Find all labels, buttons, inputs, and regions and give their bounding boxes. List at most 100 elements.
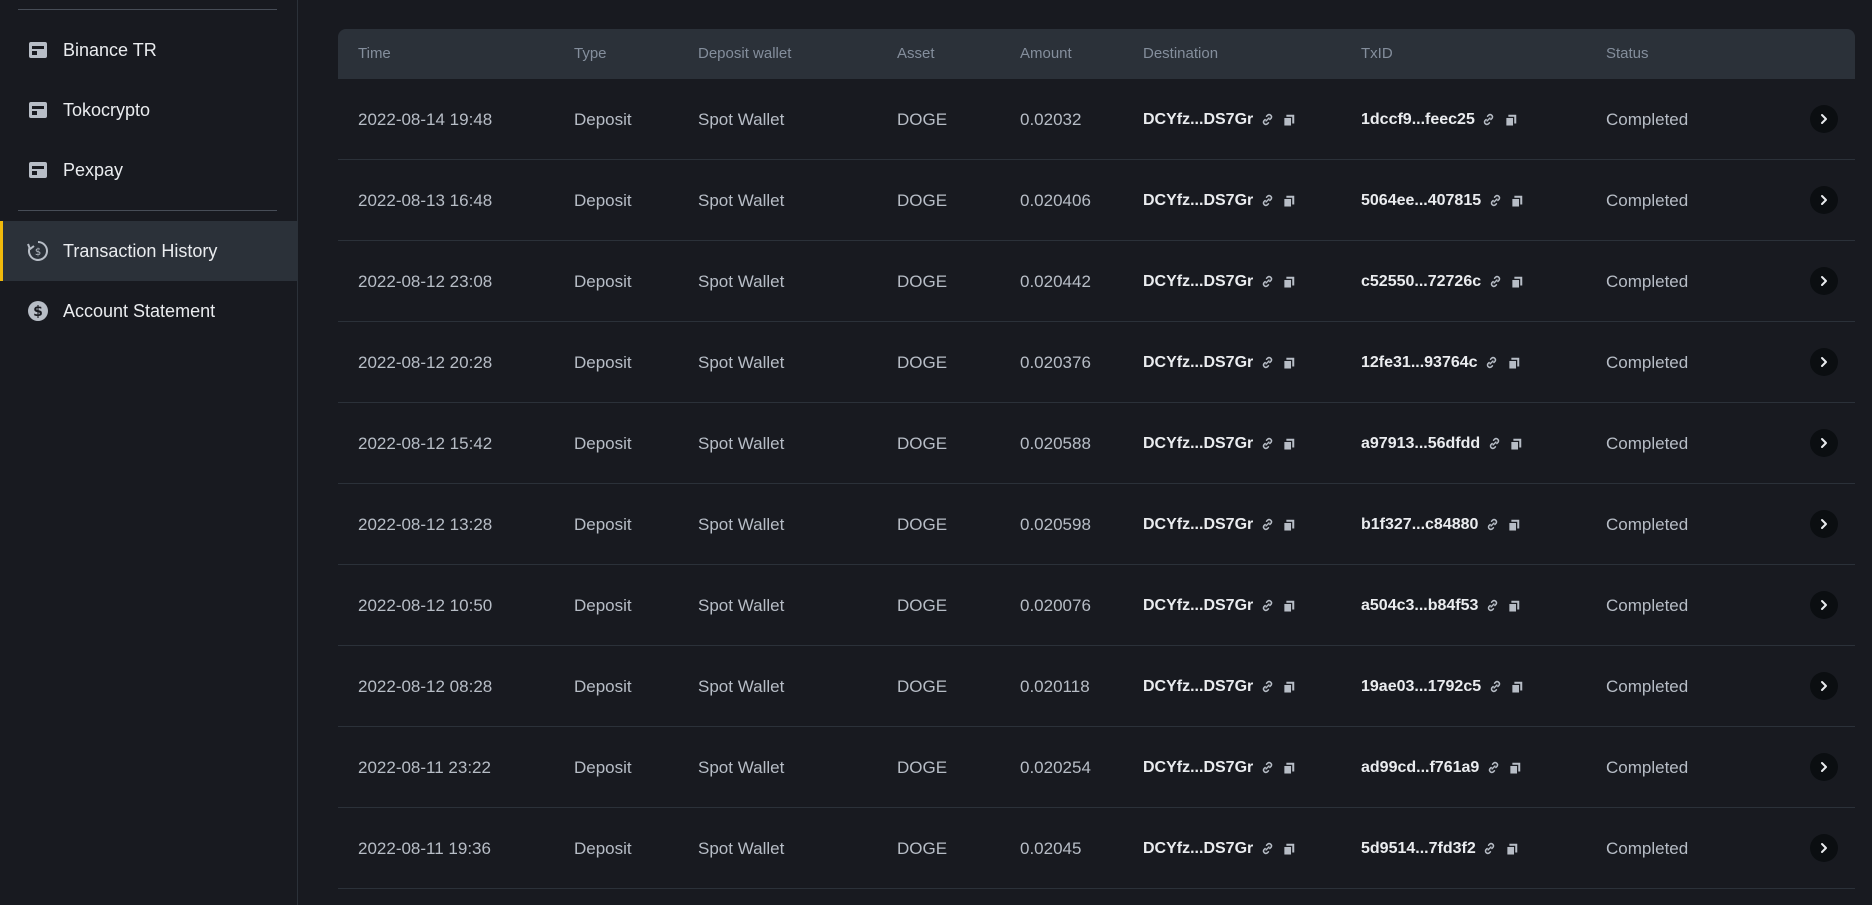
header-amount: Amount <box>1020 45 1072 62</box>
cell-amount: 0.020254 <box>1020 758 1091 777</box>
txid-value[interactable]: a504c3...b84f53 <box>1361 597 1478 614</box>
row-details-button[interactable] <box>1810 429 1838 457</box>
copy-icon[interactable] <box>1281 598 1297 614</box>
row-details-button[interactable] <box>1810 348 1838 376</box>
txid-value[interactable]: 19ae03...1792c5 <box>1361 678 1481 695</box>
txid-value[interactable]: c52550...72726c <box>1361 273 1481 290</box>
txid-value[interactable]: b1f327...c84880 <box>1361 516 1478 533</box>
table-row[interactable]: 2022-08-12 10:50 Deposit Spot Wallet DOGE 0.… <box>338 565 1855 646</box>
txid-value[interactable]: 12fe31...93764c <box>1361 354 1478 371</box>
row-details-button[interactable] <box>1810 834 1838 862</box>
sidebar-item-tokocrypto[interactable]: Tokocrypto <box>0 80 297 140</box>
history-dollar-icon: $ <box>27 240 49 262</box>
txid-value[interactable]: a97913...56dfdd <box>1361 435 1480 452</box>
row-details-button[interactable] <box>1810 267 1838 295</box>
link-icon[interactable] <box>1485 760 1501 776</box>
destination-address[interactable]: DCYfz...DS7Gr <box>1143 111 1253 128</box>
cell-txid: b1f327...c84880 <box>1361 484 1522 565</box>
link-icon[interactable] <box>1259 841 1275 857</box>
copy-icon[interactable] <box>1506 598 1522 614</box>
link-icon[interactable] <box>1487 679 1503 695</box>
destination-address[interactable]: DCYfz...DS7Gr <box>1143 678 1253 695</box>
txid-value[interactable]: 5064ee...407815 <box>1361 192 1481 209</box>
copy-icon[interactable] <box>1281 436 1297 452</box>
link-icon[interactable] <box>1486 436 1502 452</box>
table-row[interactable]: 2022-08-13 16:48 Deposit Spot Wallet DOGE 0.… <box>338 160 1855 241</box>
destination-address[interactable]: DCYfz...DS7Gr <box>1143 516 1253 533</box>
link-icon[interactable] <box>1487 274 1503 290</box>
header-txid: TxID <box>1361 45 1393 62</box>
copy-icon[interactable] <box>1503 112 1519 128</box>
link-icon[interactable] <box>1484 517 1500 533</box>
wallet-icon <box>27 39 49 61</box>
destination-address[interactable]: DCYfz...DS7Gr <box>1143 192 1253 209</box>
cell-deposit-wallet: Spot Wallet <box>698 272 785 291</box>
txid-value[interactable]: ad99cd...f761a9 <box>1361 759 1479 776</box>
copy-icon[interactable] <box>1504 841 1520 857</box>
copy-icon[interactable] <box>1281 112 1297 128</box>
copy-icon[interactable] <box>1508 436 1524 452</box>
cell-destination: DCYfz...DS7Gr <box>1143 484 1297 565</box>
link-icon[interactable] <box>1259 355 1275 371</box>
destination-address[interactable]: DCYfz...DS7Gr <box>1143 840 1253 857</box>
sidebar-item-binance-tr[interactable]: Binance TR <box>0 20 297 80</box>
link-icon[interactable] <box>1259 598 1275 614</box>
table-row[interactable]: 2022-08-12 13:28 Deposit Spot Wallet DOGE 0.… <box>338 484 1855 565</box>
cell-amount: 0.020118 <box>1020 677 1090 696</box>
txid-value[interactable]: 1dccf9...feec25 <box>1361 111 1475 128</box>
link-icon[interactable] <box>1259 679 1275 695</box>
link-icon[interactable] <box>1259 436 1275 452</box>
copy-icon[interactable] <box>1509 679 1525 695</box>
link-icon[interactable] <box>1481 112 1497 128</box>
link-icon[interactable] <box>1259 274 1275 290</box>
copy-icon[interactable] <box>1507 760 1523 776</box>
copy-icon[interactable] <box>1506 517 1522 533</box>
destination-address[interactable]: DCYfz...DS7Gr <box>1143 273 1253 290</box>
cell-txid: ad99cd...f761a9 <box>1361 727 1523 808</box>
link-icon[interactable] <box>1484 598 1500 614</box>
link-icon[interactable] <box>1484 355 1500 371</box>
link-icon[interactable] <box>1259 760 1275 776</box>
cell-destination: DCYfz...DS7Gr <box>1143 727 1297 808</box>
cell-amount: 0.020598 <box>1020 515 1091 534</box>
destination-address[interactable]: DCYfz...DS7Gr <box>1143 354 1253 371</box>
copy-icon[interactable] <box>1281 274 1297 290</box>
copy-icon[interactable] <box>1281 679 1297 695</box>
copy-icon[interactable] <box>1281 760 1297 776</box>
sidebar-item-account-statement[interactable]: $ Account Statement <box>0 281 297 341</box>
row-details-button[interactable] <box>1810 510 1838 538</box>
sidebar-item-pexpay[interactable]: Pexpay <box>0 140 297 200</box>
link-icon[interactable] <box>1482 841 1498 857</box>
copy-icon[interactable] <box>1281 517 1297 533</box>
destination-address[interactable]: DCYfz...DS7Gr <box>1143 435 1253 452</box>
link-icon[interactable] <box>1259 112 1275 128</box>
table-row[interactable]: 2022-08-14 19:48 Deposit Spot Wallet DOGE 0.… <box>338 79 1855 160</box>
destination-address[interactable]: DCYfz...DS7Gr <box>1143 759 1253 776</box>
cell-time: 2022-08-12 08:28 <box>358 677 493 696</box>
table-row[interactable]: 2022-08-12 15:42 Deposit Spot Wallet DOGE 0.… <box>338 403 1855 484</box>
table-row[interactable]: 2022-08-12 08:28 Deposit Spot Wallet DOGE 0.… <box>338 646 1855 727</box>
copy-icon[interactable] <box>1281 841 1297 857</box>
row-details-button[interactable] <box>1810 753 1838 781</box>
row-details-button[interactable] <box>1810 105 1838 133</box>
row-details-button[interactable] <box>1810 186 1838 214</box>
link-icon[interactable] <box>1487 193 1503 209</box>
row-details-button[interactable] <box>1810 591 1838 619</box>
destination-address[interactable]: DCYfz...DS7Gr <box>1143 597 1253 614</box>
sidebar-item-transaction-history[interactable]: $ Transaction History <box>0 221 297 281</box>
txid-value[interactable]: 5d9514...7fd3f2 <box>1361 840 1476 857</box>
table-row[interactable]: 2022-08-12 23:08 Deposit Spot Wallet DOGE 0.… <box>338 241 1855 322</box>
chevron-right-icon <box>1818 680 1830 692</box>
copy-icon[interactable] <box>1509 274 1525 290</box>
table-row[interactable]: 2022-08-11 23:22 Deposit Spot Wallet DOGE 0.… <box>338 727 1855 808</box>
table-row[interactable]: 2022-08-11 19:36 Deposit Spot Wallet DOGE 0.… <box>338 808 1855 889</box>
table-row[interactable]: 2022-08-12 20:28 Deposit Spot Wallet DOGE 0.… <box>338 322 1855 403</box>
copy-icon[interactable] <box>1509 193 1525 209</box>
copy-icon[interactable] <box>1506 355 1522 371</box>
cell-txid: c52550...72726c <box>1361 241 1525 322</box>
copy-icon[interactable] <box>1281 193 1297 209</box>
copy-icon[interactable] <box>1281 355 1297 371</box>
link-icon[interactable] <box>1259 517 1275 533</box>
row-details-button[interactable] <box>1810 672 1838 700</box>
link-icon[interactable] <box>1259 193 1275 209</box>
